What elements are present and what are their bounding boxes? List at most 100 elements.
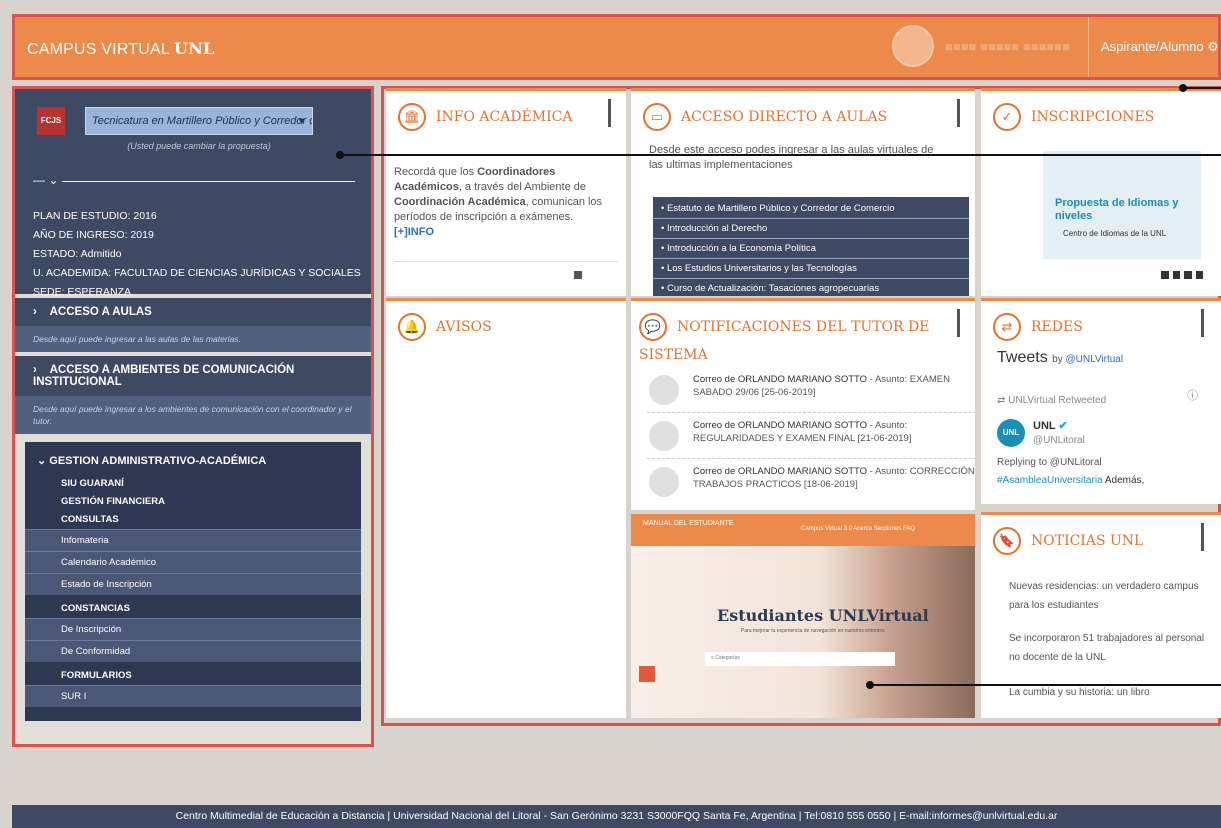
aula-link[interactable]: • Estatuto de Martillero Público y Corre… [653, 199, 969, 219]
link-sur-i[interactable]: SUR I [25, 685, 361, 707]
info-text-2: , a través del Ambiente de [458, 181, 586, 193]
brand-prefix: CAMPUS VIRTUAL [27, 41, 170, 58]
annotation-pointer [1179, 84, 1221, 92]
link-siu-guarani[interactable]: SIU GUARANÍ [25, 475, 361, 493]
link-infomateria[interactable]: Infomateria [25, 529, 361, 551]
pointer-dot [336, 151, 344, 159]
noticias-title: NOTICIAS UNL [1031, 533, 1144, 549]
banner-subtitle: Centro de Idiomas de la UNL [1063, 229, 1167, 238]
carousel-dot[interactable] [1184, 271, 1192, 279]
user-name-blurred[interactable]: ■■■■ ■■■■■ ■■■■■■ [945, 39, 1070, 54]
acceso-ambientes-header[interactable]: › ACCESO A AMBIENTES DE COMUNICACIÓN INS… [15, 356, 371, 396]
carousel-dots [1161, 271, 1203, 279]
tweets-by-label: by [1052, 354, 1066, 365]
card-title: ⇄ REDES [993, 313, 1083, 341]
tweet-body: Además, [1102, 475, 1145, 486]
news-item[interactable]: Nuevas residencias: un verdadero campus … [1009, 577, 1209, 615]
acceso-ambientes-label: ACCESO A AMBIENTES DE COMUNICACIÓN INSTI… [33, 364, 295, 388]
card-inscripciones: ✓ INSCRIPCIONES Propuesta de Idiomas y n… [981, 88, 1221, 296]
carousel-dot[interactable] [574, 271, 582, 279]
unidad-academica: U. ACADEMIDA: FACULTAD DE CIENCIAS JURÍD… [33, 267, 361, 279]
scrollbar[interactable] [1201, 309, 1204, 337]
monitor-icon: ▭ [643, 103, 671, 131]
aula-link[interactable]: • Los Estudios Universitarios y las Tecn… [653, 259, 969, 279]
user-avatar[interactable] [892, 25, 934, 67]
manual-navbar: MANUAL DEL ESTUDIANTE Campus Virtual 3.0… [631, 514, 975, 546]
aula-link-label: Estatuto de Martillero Público y Corredo… [666, 203, 895, 214]
info-icon[interactable]: ⓘ [1187, 387, 1198, 403]
collapse-toggle[interactable]: — ⌄ [33, 173, 63, 187]
link-estado-inscripcion[interactable]: Estado de Inscripción [25, 573, 361, 595]
link-de-conformidad[interactable]: De Conformidad [25, 640, 361, 662]
role-menu[interactable]: Aspirante/Alumno ⚙ [1088, 17, 1219, 77]
manual-brand: MANUAL DEL ESTUDIANTE [643, 520, 734, 527]
aula-link[interactable]: • Curso de Actualización: Tasaciones agr… [653, 279, 969, 296]
formularios-heading: FORMULARIOS [61, 670, 132, 681]
top-bar: CAMPUS VIRTUAL UNL ■■■■ ■■■■■ ■■■■■■ Asp… [12, 14, 1221, 80]
manual-estudiante-banner[interactable]: MANUAL DEL ESTUDIANTE Campus Virtual 3.0… [631, 514, 975, 718]
notification-text: Correo de ORLANDO MARIANO SOTTO - Asunto… [693, 465, 975, 491]
avatar [649, 375, 679, 405]
link-de-inscripcion[interactable]: De Inscripción [25, 618, 361, 640]
link-calendario-academico[interactable]: Calendario Académico [25, 551, 361, 573]
aula-link-label: Los Estudios Universitarios y las Tecnol… [666, 263, 857, 274]
profile-panel: FCJS Tecnicatura en Martillero Público y… [15, 89, 371, 298]
notification-item[interactable]: Correo de ORLANDO MARIANO SOTTO - Asunto… [647, 373, 975, 413]
carousel-dot[interactable] [1161, 271, 1169, 279]
link-gestion-financiera[interactable]: GESTIÓN FINANCIERA [25, 493, 361, 511]
acceso-aulas-label: ACCESO A AULAS [49, 306, 152, 318]
career-select[interactable]: Tecnicatura en Martillero Público y Corr… [85, 107, 313, 135]
tweet-hashtag[interactable]: #AsambleaUniversitaria [997, 475, 1103, 486]
card-redes: ⇄ REDES Tweets by @UNLVirtual ⓘ ⇄ UNLVir… [981, 298, 1221, 504]
aula-link[interactable]: • Introducción al Derecho [653, 219, 969, 239]
tweets-header: Tweets by @UNLVirtual [997, 349, 1123, 367]
check-circle-icon: ✓ [993, 103, 1021, 131]
card-info-academica: 🏛 INFO ACADÉMICA Recordá que los Coordin… [386, 88, 626, 296]
tweets-handle[interactable]: @UNLVirtual [1065, 354, 1123, 365]
notification-item[interactable]: Correo de ORLANDO MARIANO SOTTO - Asunto… [647, 465, 975, 505]
gear-icon[interactable]: ⚙ [1207, 39, 1219, 54]
notification-from: Correo de ORLANDO MARIANO SOTTO [693, 466, 868, 477]
info-more-link[interactable]: [+]INFO [394, 226, 434, 238]
manual-search[interactable]: ≡ Categorías [705, 652, 895, 666]
tweet-account-name: UNL [1033, 420, 1056, 432]
tweet-account[interactable]: UNL ✔ [1033, 419, 1068, 432]
notification-item[interactable]: Correo de ORLANDO MARIANO SOTTO - Asunto… [647, 419, 975, 459]
scrollbar[interactable] [608, 99, 611, 127]
sidebar: FCJS Tecnicatura en Martillero Público y… [12, 86, 374, 747]
manual-subtitle: Para mejorar tu experiencia de navegació… [741, 628, 885, 634]
acceso-aulas-desc: Desde este acceso podes ingresar a las a… [649, 144, 934, 171]
card-avisos: 🔔 AVISOS [386, 298, 626, 718]
avisos-title: AVISOS [436, 319, 492, 335]
card-noticias: 🔖 NOTICIAS UNL Nuevas residencias: un ve… [981, 512, 1221, 718]
idiomas-banner[interactable]: Propuesta de Idiomas y niveles Centro de… [1043, 151, 1201, 259]
news-item[interactable]: Se incorporaron 51 trabajadores al perso… [1009, 629, 1209, 667]
card-notificaciones: 💬 NOTIFICACIONES DEL TUTOR DE SISTEMA Co… [631, 298, 975, 510]
pointer-dot [866, 681, 874, 689]
scrollbar[interactable] [957, 99, 960, 127]
scrollbar[interactable] [957, 309, 960, 337]
app-root: CAMPUS VIRTUAL UNL ■■■■ ■■■■■ ■■■■■■ Asp… [0, 0, 1221, 828]
scrollbar[interactable] [1201, 523, 1204, 551]
faculty-logo: FCJS [37, 107, 65, 135]
aulas-list: • Estatuto de Martillero Público y Corre… [653, 197, 969, 296]
annotation-pointer [336, 151, 1221, 159]
brand-logo[interactable]: CAMPUS VIRTUAL UNL [27, 39, 214, 59]
career-select-value: Tecnicatura en Martillero Público y Corr… [92, 115, 313, 127]
acceso-aulas-header[interactable]: › ACCESO A AULAS [15, 298, 371, 326]
carousel-dot[interactable] [1195, 271, 1203, 279]
aula-link[interactable]: • Introducción a la Economía Política [653, 239, 969, 259]
acceso-aulas-title: ACCESO DIRECTO A AULAS [681, 109, 888, 125]
divider [394, 261, 618, 262]
pointer-dot [1179, 84, 1187, 92]
banner-title: Propuesta de Idiomas y niveles [1055, 197, 1179, 222]
gestion-header[interactable]: ⌄ GESTION ADMINISTRATIVO-ACADÉMICA [25, 448, 361, 475]
unl-avatar[interactable]: UNL [997, 419, 1025, 447]
info-academica-title: INFO ACADÉMICA [436, 109, 573, 125]
verified-icon: ✔ [1058, 420, 1068, 432]
avatar [649, 467, 679, 497]
aula-link-label: Introducción al Derecho [666, 223, 768, 234]
tweet-handle[interactable]: @UNLitoral [1033, 435, 1085, 446]
gestion-panel: ⌄ GESTION ADMINISTRATIVO-ACADÉMICA SIU G… [25, 442, 361, 721]
carousel-dot[interactable] [1172, 271, 1180, 279]
